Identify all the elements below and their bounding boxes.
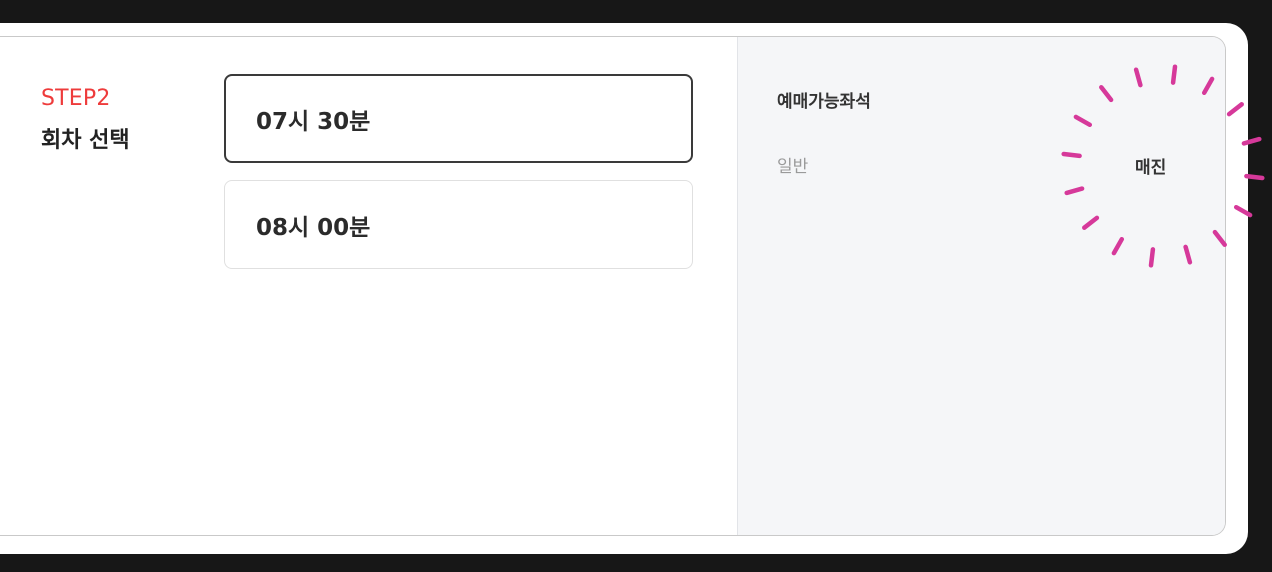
time-option-0800[interactable]: 08시 00분 [224,180,693,269]
booking-panel: STEP2 회차 선택 07시 30분 08시 00분 예매가능좌석 일반 매진 [0,36,1226,536]
round-selection-pane: STEP2 회차 선택 07시 30분 08시 00분 [0,37,737,535]
highlight-stroke [1244,173,1265,181]
step-label: STEP2 [41,86,111,111]
seat-grade: 일반 [777,157,809,177]
time-option-0730[interactable]: 07시 30분 [224,74,693,163]
booking-card: STEP2 회차 선택 07시 30분 08시 00분 예매가능좌석 일반 매진 [0,23,1248,554]
step-title: 회차 선택 [41,128,130,153]
available-seats-title: 예매가능좌석 [777,92,871,112]
available-seats-pane: 예매가능좌석 일반 매진 [737,37,1225,535]
sold-out-status: 매진 [1135,158,1167,178]
